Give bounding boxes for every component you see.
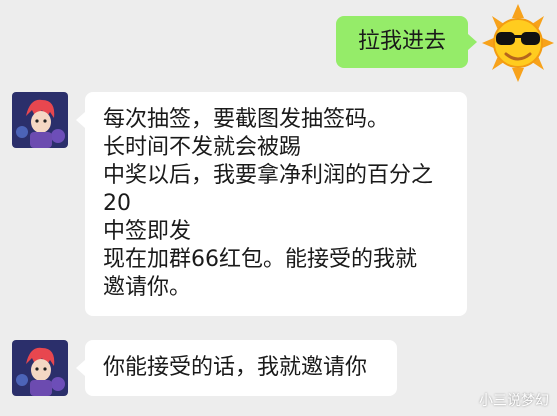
bubble-tail [76, 360, 85, 376]
bubble-tail [468, 34, 477, 50]
sender-avatar[interactable] [12, 340, 68, 396]
message-text-line: 长时间不发就会被踢 [103, 135, 302, 160]
message-text: 你能接受的话，我就邀请你 [103, 355, 368, 380]
anime-character-avatar-icon [12, 92, 68, 148]
watermark: 小三说梦幻 [479, 393, 549, 409]
sender-avatar[interactable] [12, 92, 68, 148]
sun-sunglasses-icon [482, 4, 554, 82]
outgoing-message-bubble[interactable]: 拉我进去 [336, 16, 468, 68]
incoming-message-bubble[interactable]: 每次抽签，要截图发抽签码。 长时间不发就会被踢 中奖以后，我要拿净利润的百分之 … [85, 92, 467, 316]
message-text-line: 每次抽签，要截图发抽签码。 [103, 107, 390, 132]
message-text-line: 中奖以后，我要拿净利润的百分之 [103, 163, 434, 188]
message-text-line: 中签即发 [103, 219, 192, 244]
message-text: 拉我进去 [358, 29, 447, 54]
anime-character-avatar-icon [12, 340, 68, 396]
incoming-message-bubble[interactable]: 你能接受的话，我就邀请你 [85, 340, 397, 396]
message-text-line: 20 [103, 191, 131, 216]
self-avatar[interactable] [482, 2, 554, 84]
message-text-line: 现在加群66红包。能接受的我就 [103, 247, 417, 272]
message-text-line: 邀请你。 [103, 275, 192, 300]
bubble-tail [76, 112, 85, 128]
